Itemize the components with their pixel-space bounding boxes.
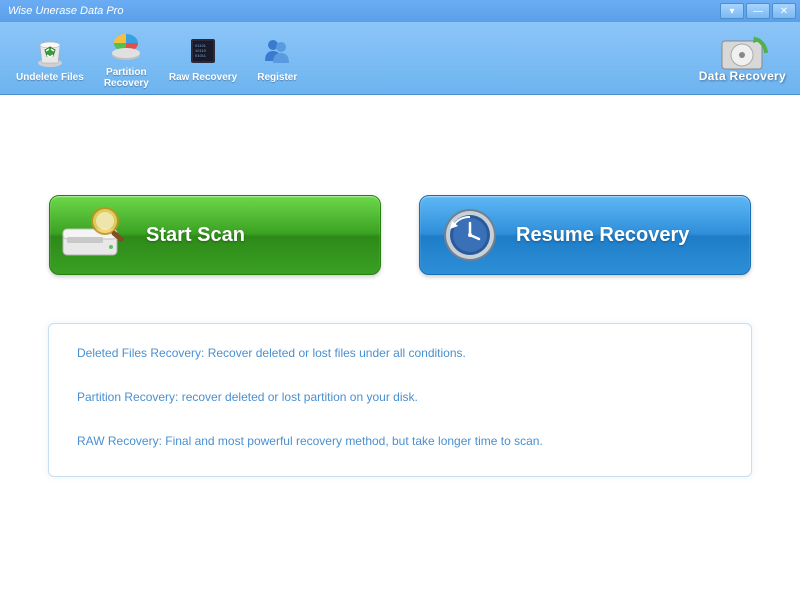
pie-chart-icon (108, 28, 144, 64)
partition-recovery-button[interactable]: Partition Recovery (94, 24, 159, 93)
minimize-button[interactable]: — (746, 3, 770, 19)
scan-drive-icon (56, 200, 146, 270)
undelete-label: Undelete Files (16, 72, 84, 83)
brand-logo: Data Recovery (699, 33, 794, 83)
main-buttons: Start Scan Resume Recovery (0, 95, 800, 275)
content-area: Start Scan Resume Recovery Deleted Files… (0, 95, 800, 600)
user-icon (259, 33, 295, 69)
window-title: Wise Unerase Data Pro (8, 5, 718, 17)
svg-text:01011: 01011 (195, 53, 207, 58)
info-raw: RAW Recovery: Final and most powerful re… (77, 434, 723, 448)
raw-label: Raw Recovery (169, 72, 237, 83)
close-button[interactable]: ✕ (772, 3, 796, 19)
toolbar: Undelete Files Partition Recovery 01101 … (0, 22, 800, 95)
recycle-bin-icon (32, 33, 68, 69)
raw-recovery-button[interactable]: 01101 10110 01011 Raw Recovery (159, 29, 247, 87)
partition-label: Partition Recovery (104, 67, 149, 89)
resume-recovery-button[interactable]: Resume Recovery (419, 195, 751, 275)
titlebar: Wise Unerase Data Pro ▾ — ✕ (0, 0, 800, 22)
binary-chip-icon: 01101 10110 01011 (185, 33, 221, 69)
start-scan-button[interactable]: Start Scan (49, 195, 381, 275)
hdd-icon (718, 33, 766, 71)
resume-recovery-label: Resume Recovery (516, 224, 750, 247)
start-scan-label: Start Scan (146, 224, 380, 247)
info-partition: Partition Recovery: recover deleted or l… (77, 390, 723, 404)
clock-restore-icon (426, 200, 516, 270)
info-panel: Deleted Files Recovery: Recover deleted … (48, 323, 752, 477)
info-deleted-files: Deleted Files Recovery: Recover deleted … (77, 346, 723, 360)
register-button[interactable]: Register (247, 29, 307, 87)
menu-button[interactable]: ▾ (720, 3, 744, 19)
undelete-files-button[interactable]: Undelete Files (6, 29, 94, 87)
register-label: Register (257, 72, 297, 83)
